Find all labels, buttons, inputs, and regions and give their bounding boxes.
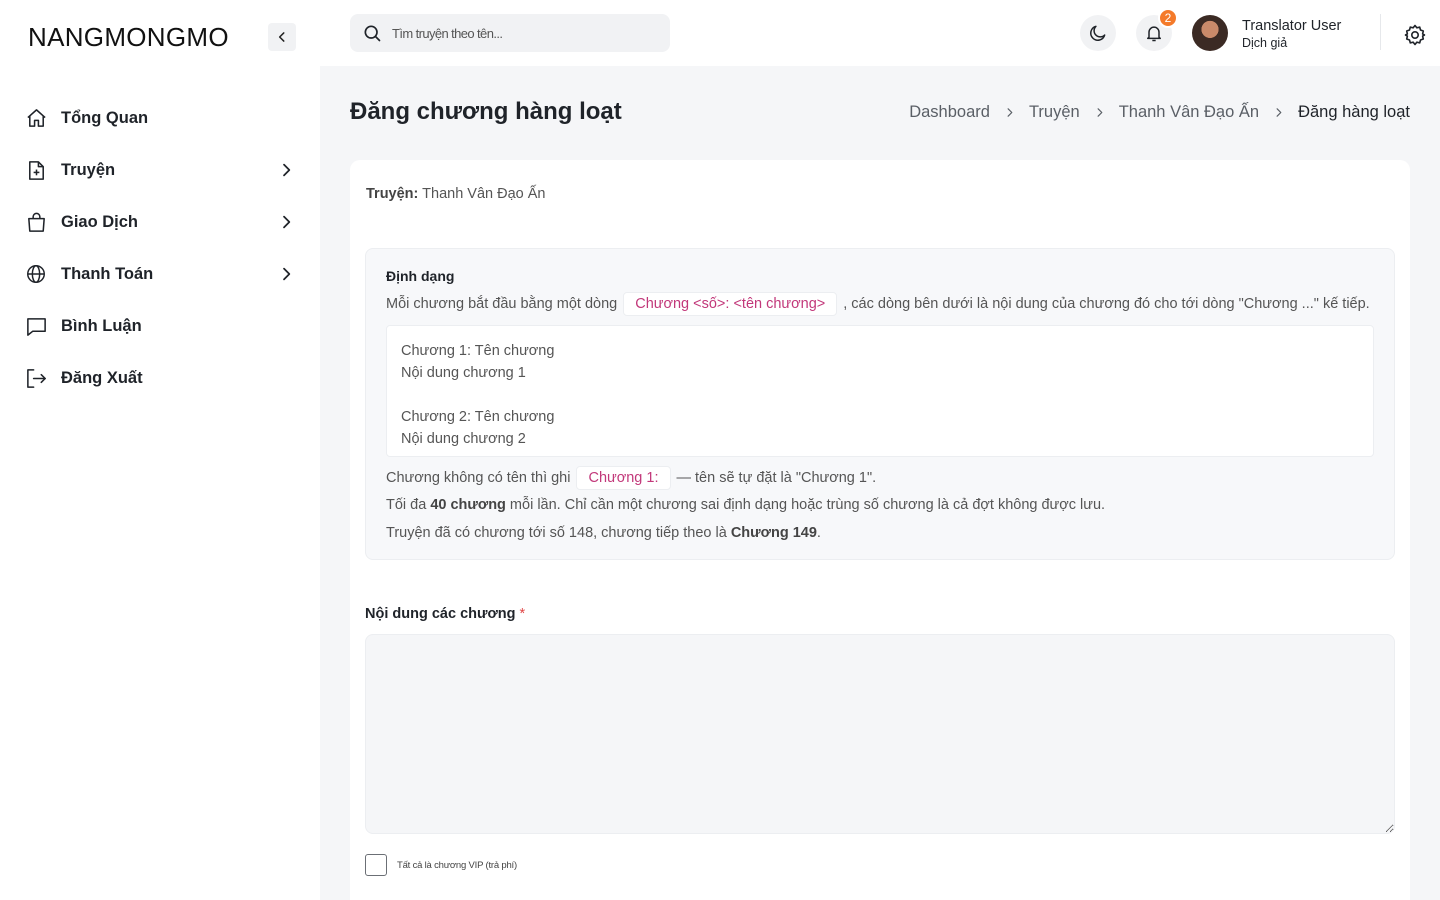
search-icon — [364, 25, 381, 42]
user-role: Dịch giả — [1242, 36, 1288, 50]
shopping-bag-icon — [24, 210, 48, 234]
file-plus-icon — [24, 158, 48, 182]
brand-logo[interactable]: NANGMONGMO — [28, 22, 229, 53]
sidebar-item-overview[interactable]: Tổng Quan — [0, 92, 320, 144]
moon-icon — [1090, 25, 1106, 41]
chevron-right-icon — [276, 262, 296, 286]
note-text: mỗi lần. Chỉ cần một chương sai định dạn… — [509, 497, 1106, 513]
home-icon — [24, 106, 48, 130]
sidebar-item-label: Truyện — [61, 160, 116, 179]
format-desc-text: Mỗi chương bắt đầu bằng một dòng — [386, 296, 618, 312]
globe-icon — [24, 262, 48, 286]
top-bar: 2 Translator User Dịch giả — [320, 0, 1440, 66]
sidebar-item-logout[interactable]: Đăng Xuất — [0, 352, 320, 404]
note-text: Tối đa — [386, 497, 427, 513]
sidebar-item-label: Thanh Toán — [61, 264, 154, 283]
sidebar-nav: Tổng Quan Truyện Giao Dịch Thanh Toán Bì… — [0, 92, 320, 404]
settings-button[interactable] — [1400, 20, 1430, 50]
sidebar: NANGMONGMO Tổng Quan Truyện Giao Dịch Th… — [0, 0, 320, 900]
format-title: Định dạng — [386, 268, 455, 284]
breadcrumb: Dashboard Truyện Thanh Vân Đạo Ấn Đăng h… — [909, 103, 1410, 122]
sidebar-item-label: Bình Luận — [61, 316, 142, 335]
avatar[interactable] — [1192, 15, 1228, 51]
example-line: Chương 2: Tên chương — [401, 409, 555, 425]
format-code-chip: Chương <số>: <tên chương> — [623, 292, 838, 316]
sidebar-item-payments[interactable]: Thanh Toán — [0, 248, 320, 300]
format-guide: Định dạng Mỗi chương bắt đầu bằng một dò… — [365, 248, 1395, 560]
breadcrumb-current: Đăng hàng loạt — [1298, 103, 1410, 121]
format-note-limit: Tối đa 40 chương mỗi lần. Chỉ cần một ch… — [386, 497, 1105, 513]
required-mark: * — [519, 606, 526, 622]
divider — [1380, 14, 1381, 50]
story-info: Truyện: Thanh Vân Đạo Ấn — [366, 186, 546, 202]
user-name[interactable]: Translator User — [1242, 18, 1341, 34]
format-desc-text: , các dòng bên dưới là nội dung của chươ… — [843, 296, 1370, 312]
search-input[interactable] — [392, 25, 652, 41]
breadcrumb-dashboard[interactable]: Dashboard — [909, 103, 990, 122]
note-bold: Chương 149 — [730, 525, 817, 541]
search-bar — [350, 14, 670, 52]
vip-checkbox-label[interactable]: Tất cả là chương VIP (trả phí) — [397, 860, 517, 871]
chevron-left-icon — [278, 32, 285, 42]
logout-icon — [24, 366, 48, 390]
sidebar-collapse-button[interactable] — [268, 23, 296, 51]
chevron-right-icon — [276, 210, 296, 234]
sidebar-item-label: Đăng Xuất — [61, 368, 143, 387]
chevron-right-icon — [1273, 107, 1284, 118]
story-name: Thanh Vân Đạo Ấn — [422, 186, 546, 202]
bulk-upload-card: Truyện: Thanh Vân Đạo Ấn Định dạng Mỗi c… — [350, 160, 1410, 900]
format-note-untitled: Chương không có tên thì ghi Chương 1: — … — [386, 466, 876, 490]
vip-checkbox-row[interactable]: Tất cả là chương VIP (trả phí) — [365, 854, 517, 876]
sidebar-item-label: Giao Dịch — [61, 212, 139, 231]
story-label: Truyện: — [366, 186, 419, 202]
note-text: Chương không có tên thì ghi — [386, 470, 571, 486]
example-line: Nội dung chương 2 — [401, 431, 526, 447]
note-text: Truyện đã có chương tới số 148, chương t… — [386, 525, 727, 541]
breadcrumb-stories[interactable]: Truyện — [1029, 103, 1080, 122]
sidebar-item-stories[interactable]: Truyện — [0, 144, 320, 196]
note-text: — tên sẽ tự đặt là "Chương 1". — [676, 470, 877, 486]
content-field-label: Nội dung các chương * — [365, 606, 525, 622]
format-code-chip: Chương 1: — [576, 466, 671, 490]
gear-icon — [1404, 24, 1426, 46]
sidebar-item-comments[interactable]: Bình Luận — [0, 300, 320, 352]
sidebar-item-label: Tổng Quan — [61, 108, 149, 127]
example-line: Nội dung chương 1 — [401, 365, 526, 381]
note-bold: 40 chương — [430, 497, 506, 513]
chevron-right-icon — [276, 158, 296, 182]
format-example: Chương 1: Tên chương Nội dung chương 1 C… — [386, 325, 1374, 457]
chevron-right-icon — [1094, 107, 1105, 118]
page-title: Đăng chương hàng loạt — [350, 98, 622, 125]
example-line: Chương 1: Tên chương — [401, 343, 555, 359]
chevron-right-icon — [1004, 107, 1015, 118]
sidebar-item-transactions[interactable]: Giao Dịch — [0, 196, 320, 248]
theme-toggle-button[interactable] — [1080, 15, 1116, 51]
content-label-text: Nội dung các chương — [365, 606, 516, 622]
vip-checkbox[interactable] — [365, 854, 387, 876]
notification-count-badge: 2 — [1158, 8, 1178, 28]
format-description: Mỗi chương bắt đầu bằng một dòng Chương … — [386, 292, 1370, 316]
message-square-icon — [24, 314, 48, 338]
breadcrumb-story[interactable]: Thanh Vân Đạo Ấn — [1119, 103, 1259, 122]
format-note-next-chapter: Truyện đã có chương tới số 148, chương t… — [386, 525, 821, 541]
note-text: . — [816, 525, 821, 541]
chapters-content-textarea[interactable] — [365, 634, 1395, 834]
